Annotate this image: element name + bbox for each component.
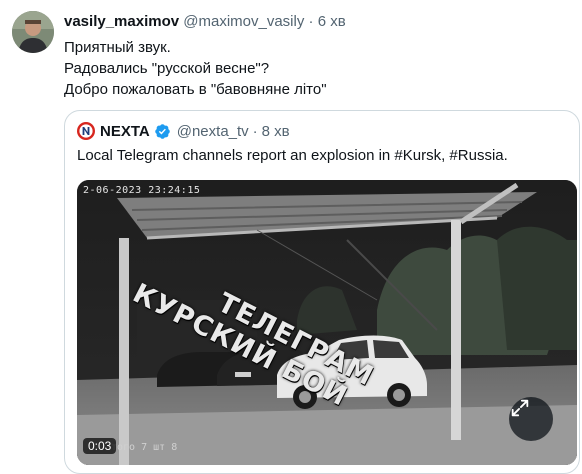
author-handle[interactable]: @maximov_vasily: [183, 13, 304, 30]
tweet-text-line-2: Радовались "русской весне"?: [64, 60, 270, 77]
camera-timestamp: 2-06-2023 23:24:15: [83, 185, 201, 196]
separator-dot: ·: [252, 122, 258, 140]
quoted-tweet-header: NEXTA @nexta_tv · 8 хв: [77, 121, 290, 141]
separator-dot: ·: [308, 13, 314, 30]
tweet: vasily_maximov @maximov_vasily · 6 хв Пр…: [0, 0, 582, 474]
expand-button[interactable]: [509, 397, 553, 441]
tweet-text-line-1: Приятный звук.: [64, 39, 171, 56]
quoted-tweet-text: Local Telegram channels report an explos…: [77, 147, 508, 164]
quoted-tweet[interactable]: NEXTA @nexta_tv · 8 хв Local Telegram ch…: [64, 110, 580, 474]
verified-badge-icon: [154, 123, 170, 139]
author-name[interactable]: vasily_maximov: [64, 13, 179, 30]
tweet-text: Приятный звук. Радовались "русской весне…: [64, 37, 327, 100]
nexta-logo[interactable]: [77, 122, 95, 140]
tweet-time[interactable]: 6 хв: [318, 13, 346, 30]
quoted-tweet-time[interactable]: 8 хв: [262, 123, 290, 140]
expand-icon: [511, 399, 529, 417]
tweet-text-line-3: Добро пожаловать в "бавовняне літо": [64, 81, 327, 98]
video-timer: 0:03: [83, 438, 117, 454]
avatar[interactable]: [12, 11, 54, 53]
video-frame: [77, 180, 577, 465]
tweet-header: vasily_maximov @maximov_vasily · 6 хв: [64, 13, 346, 30]
camera-bottom-overlay: того 7 шт 8: [111, 442, 178, 453]
quoted-author-handle[interactable]: @nexta_tv: [177, 123, 249, 140]
quoted-author-name[interactable]: NEXTA: [100, 123, 150, 140]
video-player[interactable]: 2-06-2023 23:24:15 ТЕЛЕГРАМ КУРСКИЙ БОЙ …: [77, 180, 577, 465]
